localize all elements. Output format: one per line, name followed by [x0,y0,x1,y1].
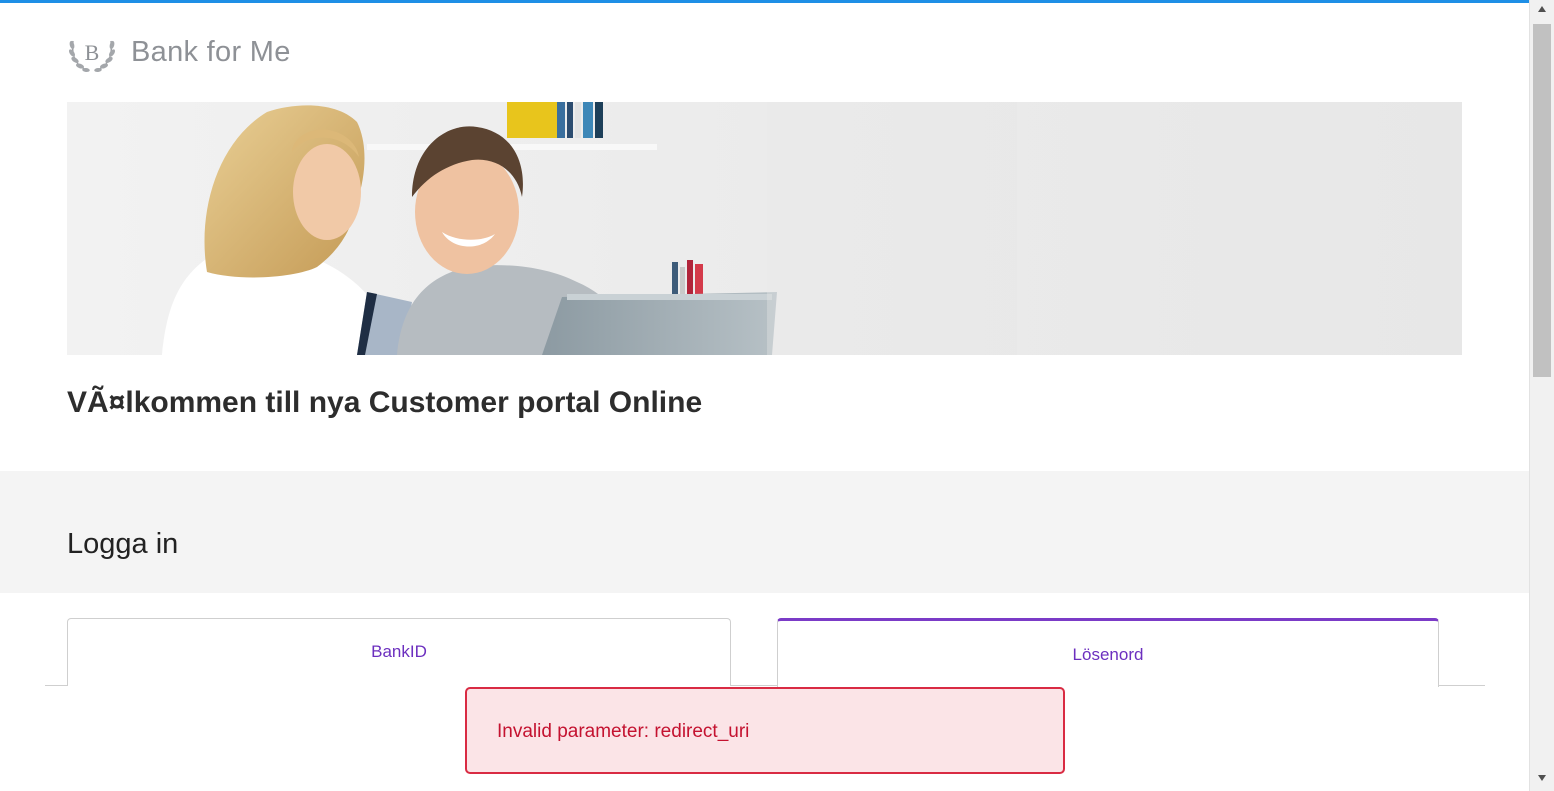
error-message: Invalid parameter: redirect_uri [497,721,750,742]
vertical-scrollbar[interactable] [1529,0,1554,791]
triangle-up-icon[interactable] [1530,0,1554,18]
tab-losenord[interactable]: Lösenord [777,618,1439,687]
svg-text:B: B [85,40,100,65]
login-section-band [0,471,1529,593]
top-accent-bar [0,0,1529,3]
welcome-heading: VÃ¤lkommen till nya Customer portal Onli… [67,386,703,419]
hero-banner-image [67,102,1462,355]
brand-name: Bank for Me [131,35,291,68]
tab-bankid[interactable]: BankID [67,618,731,686]
scrollbar-thumb[interactable] [1533,24,1551,377]
page: B Bank for Me VÃ¤lkommen till nya Custom… [0,0,1554,791]
laurel-logo-icon: B [68,40,116,73]
login-heading: Logga in [67,528,179,560]
tab-label: BankID [371,642,427,661]
tab-label: Lösenord [1072,645,1144,664]
bank-logo[interactable]: B Bank for Me [67,27,291,77]
error-alert: Invalid parameter: redirect_uri [465,687,1065,774]
triangle-down-icon[interactable] [1530,769,1554,787]
page-content: B Bank for Me VÃ¤lkommen till nya Custom… [0,0,1529,791]
